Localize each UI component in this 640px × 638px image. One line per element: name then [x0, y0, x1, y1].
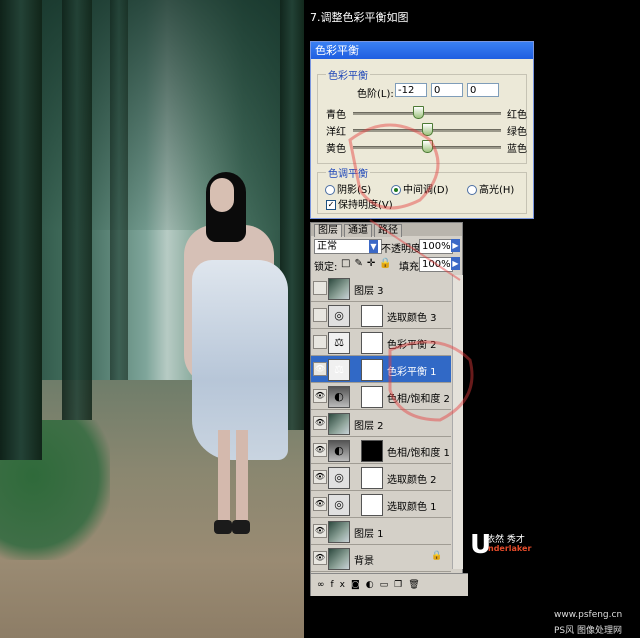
link-icon[interactable]: ∞: [317, 580, 331, 590]
layer-name: 背景: [354, 556, 374, 567]
layer-mask-thumbnail: [361, 467, 383, 489]
eye-icon[interactable]: 👁: [313, 362, 327, 376]
highlights-label: 高光(H): [479, 185, 515, 196]
layer-actions-bar: ∞fx◙◐▭❐🗑: [311, 573, 468, 596]
photo-preview: [0, 0, 304, 638]
eye-icon[interactable]: [313, 335, 327, 349]
layer-row[interactable]: 👁 ◎ 选取颜色 1: [311, 491, 451, 518]
layer-thumbnail: ◎: [328, 494, 350, 516]
layer-name: 选取颜色 1: [387, 502, 437, 513]
lock-icon: 🔒: [431, 551, 443, 561]
tree-trunk: [62, 0, 92, 420]
eye-icon[interactable]: 👁: [313, 416, 327, 430]
level-cyan-red-input[interactable]: -12: [395, 83, 427, 97]
add-mask-icon[interactable]: ◙: [351, 580, 366, 590]
adjustment-icon[interactable]: ◐: [366, 580, 380, 590]
dialog-title: 色彩平衡: [311, 42, 533, 59]
watermark-stamp: [348, 123, 474, 422]
balance-group-title: 色彩平衡: [326, 67, 370, 82]
layer-name: 选取颜色 2: [387, 475, 437, 486]
tree-trunk: [0, 0, 42, 460]
layer-thumbnail: [328, 548, 350, 570]
levels-label: 色阶(L):: [357, 89, 394, 100]
level-yellow-blue-input[interactable]: 0: [467, 83, 499, 97]
eye-icon[interactable]: 👁: [313, 470, 327, 484]
eye-icon[interactable]: 👁: [313, 389, 327, 403]
layer-row[interactable]: 👁 ◎ 选取颜色 2: [311, 464, 451, 491]
layer-thumbnail: [328, 521, 350, 543]
eye-icon[interactable]: [313, 281, 327, 295]
layer-name: 图层 1: [354, 529, 384, 540]
footer-site: PS风 图像处理网: [554, 626, 623, 636]
fx-icon[interactable]: fx: [331, 580, 352, 590]
trash-icon[interactable]: 🗑: [408, 580, 425, 590]
layer-thumbnail: ◎: [328, 467, 350, 489]
step-caption: 7.调整色彩平衡如图: [310, 11, 409, 24]
eye-icon[interactable]: 👁: [313, 551, 327, 565]
slider-right-label: 蓝色: [507, 144, 527, 155]
eye-icon[interactable]: 👁: [313, 443, 327, 457]
layer-mask-thumbnail: [361, 494, 383, 516]
slider-right-label: 绿色: [507, 127, 527, 138]
eye-icon[interactable]: 👁: [313, 524, 327, 538]
new-layer-icon[interactable]: ❐: [394, 580, 408, 590]
folder-icon[interactable]: ▭: [380, 580, 395, 590]
slider-right-label: 红色: [507, 110, 527, 121]
eye-icon[interactable]: 👁: [313, 497, 327, 511]
level-magenta-green-input[interactable]: 0: [431, 83, 463, 97]
tree-trunk: [110, 0, 128, 380]
brand-english: nderlaker: [488, 544, 532, 553]
layer-row[interactable]: 👁 背景 🔒: [311, 545, 451, 572]
woman-figure: [178, 170, 298, 540]
eye-icon[interactable]: [313, 308, 327, 322]
layer-row[interactable]: 👁 图层 1: [311, 518, 451, 545]
footer-url[interactable]: www.psfeng.cn: [554, 610, 622, 620]
